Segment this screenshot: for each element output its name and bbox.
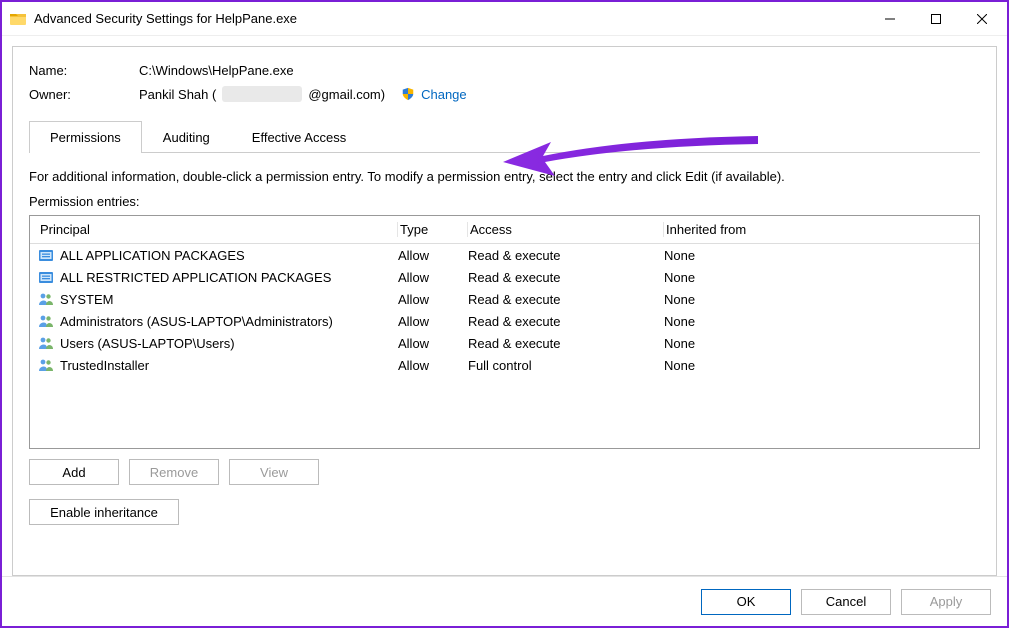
cell-access: Read & execute [468, 314, 664, 329]
cell-principal: Administrators (ASUS-LAPTOP\Administrato… [38, 313, 398, 329]
table-row[interactable]: Users (ASUS-LAPTOP\Users) AllowRead & exe… [30, 332, 979, 354]
group-icon [38, 335, 54, 351]
cell-inherited: None [664, 292, 971, 307]
view-button[interactable]: View [229, 459, 319, 485]
cell-type: Allow [398, 336, 468, 351]
cell-access: Read & execute [468, 270, 664, 285]
col-principal[interactable]: Principal [38, 222, 398, 237]
cell-access: Read & execute [468, 248, 664, 263]
minimize-button[interactable] [867, 4, 913, 34]
cell-principal: SYSTEM [38, 291, 398, 307]
cell-principal: ALL RESTRICTED APPLICATION PACKAGES [38, 269, 398, 285]
folder-icon [10, 11, 26, 27]
maximize-button[interactable] [913, 4, 959, 34]
cell-inherited: None [664, 314, 971, 329]
package-icon [38, 247, 54, 263]
col-access[interactable]: Access [468, 222, 664, 237]
owner-email-redacted [222, 86, 302, 102]
cell-principal: Users (ASUS-LAPTOP\Users) [38, 335, 398, 351]
tab-effective-access[interactable]: Effective Access [231, 121, 367, 153]
remove-button[interactable]: Remove [129, 459, 219, 485]
table-row[interactable]: Administrators (ASUS-LAPTOP\Administrato… [30, 310, 979, 332]
apply-button[interactable]: Apply [901, 589, 991, 615]
table-row[interactable]: SYSTEM AllowRead & executeNone [30, 288, 979, 310]
group-icon [38, 313, 54, 329]
group-icon [38, 291, 54, 307]
owner-name-prefix: Pankil Shah ( [139, 87, 216, 102]
cell-inherited: None [664, 270, 971, 285]
close-button[interactable] [959, 4, 1005, 34]
cell-inherited: None [664, 248, 971, 263]
package-icon [38, 269, 54, 285]
titlebar: Advanced Security Settings for HelpPane.… [2, 2, 1007, 36]
principal-text: Users (ASUS-LAPTOP\Users) [60, 336, 235, 351]
col-type[interactable]: Type [398, 222, 468, 237]
change-owner-link[interactable]: Change [421, 87, 467, 102]
cell-principal: TrustedInstaller [38, 357, 398, 373]
table-row[interactable]: ALL RESTRICTED APPLICATION PACKAGES Allow… [30, 266, 979, 288]
cell-type: Allow [398, 270, 468, 285]
permission-entries-table: Principal Type Access Inherited from ALL… [29, 215, 980, 449]
tab-auditing[interactable]: Auditing [142, 121, 231, 153]
table-header: Principal Type Access Inherited from [30, 216, 979, 244]
principal-text: ALL RESTRICTED APPLICATION PACKAGES [60, 270, 331, 285]
col-inherited[interactable]: Inherited from [664, 222, 971, 237]
tabs: Permissions Auditing Effective Access [29, 120, 980, 153]
cancel-button[interactable]: Cancel [801, 589, 891, 615]
principal-text: SYSTEM [60, 292, 113, 307]
name-label: Name: [29, 63, 139, 78]
cell-access: Read & execute [468, 292, 664, 307]
cell-type: Allow [398, 358, 468, 373]
dialog-footer: OK Cancel Apply [2, 576, 1007, 626]
name-value: C:\Windows\HelpPane.exe [139, 63, 294, 78]
principal-text: TrustedInstaller [60, 358, 149, 373]
cell-type: Allow [398, 248, 468, 263]
ok-button[interactable]: OK [701, 589, 791, 615]
table-row[interactable]: ALL APPLICATION PACKAGES AllowRead & exec… [30, 244, 979, 266]
info-text: For additional information, double-click… [29, 169, 980, 184]
cell-type: Allow [398, 292, 468, 307]
add-button[interactable]: Add [29, 459, 119, 485]
cell-type: Allow [398, 314, 468, 329]
main-panel: Name: C:\Windows\HelpPane.exe Owner: Pan… [12, 46, 997, 576]
principal-text: ALL APPLICATION PACKAGES [60, 248, 245, 263]
permission-entries-label: Permission entries: [29, 194, 980, 209]
cell-access: Full control [468, 358, 664, 373]
cell-principal: ALL APPLICATION PACKAGES [38, 247, 398, 263]
owner-name-suffix: @gmail.com) [308, 87, 385, 102]
cell-inherited: None [664, 358, 971, 373]
uac-shield-icon [401, 87, 415, 101]
owner-label: Owner: [29, 87, 139, 102]
tab-permissions[interactable]: Permissions [29, 121, 142, 153]
window-title: Advanced Security Settings for HelpPane.… [34, 11, 297, 26]
enable-inheritance-button[interactable]: Enable inheritance [29, 499, 179, 525]
cell-inherited: None [664, 336, 971, 351]
group-icon [38, 357, 54, 373]
cell-access: Read & execute [468, 336, 664, 351]
table-row[interactable]: TrustedInstaller AllowFull controlNone [30, 354, 979, 376]
principal-text: Administrators (ASUS-LAPTOP\Administrato… [60, 314, 333, 329]
